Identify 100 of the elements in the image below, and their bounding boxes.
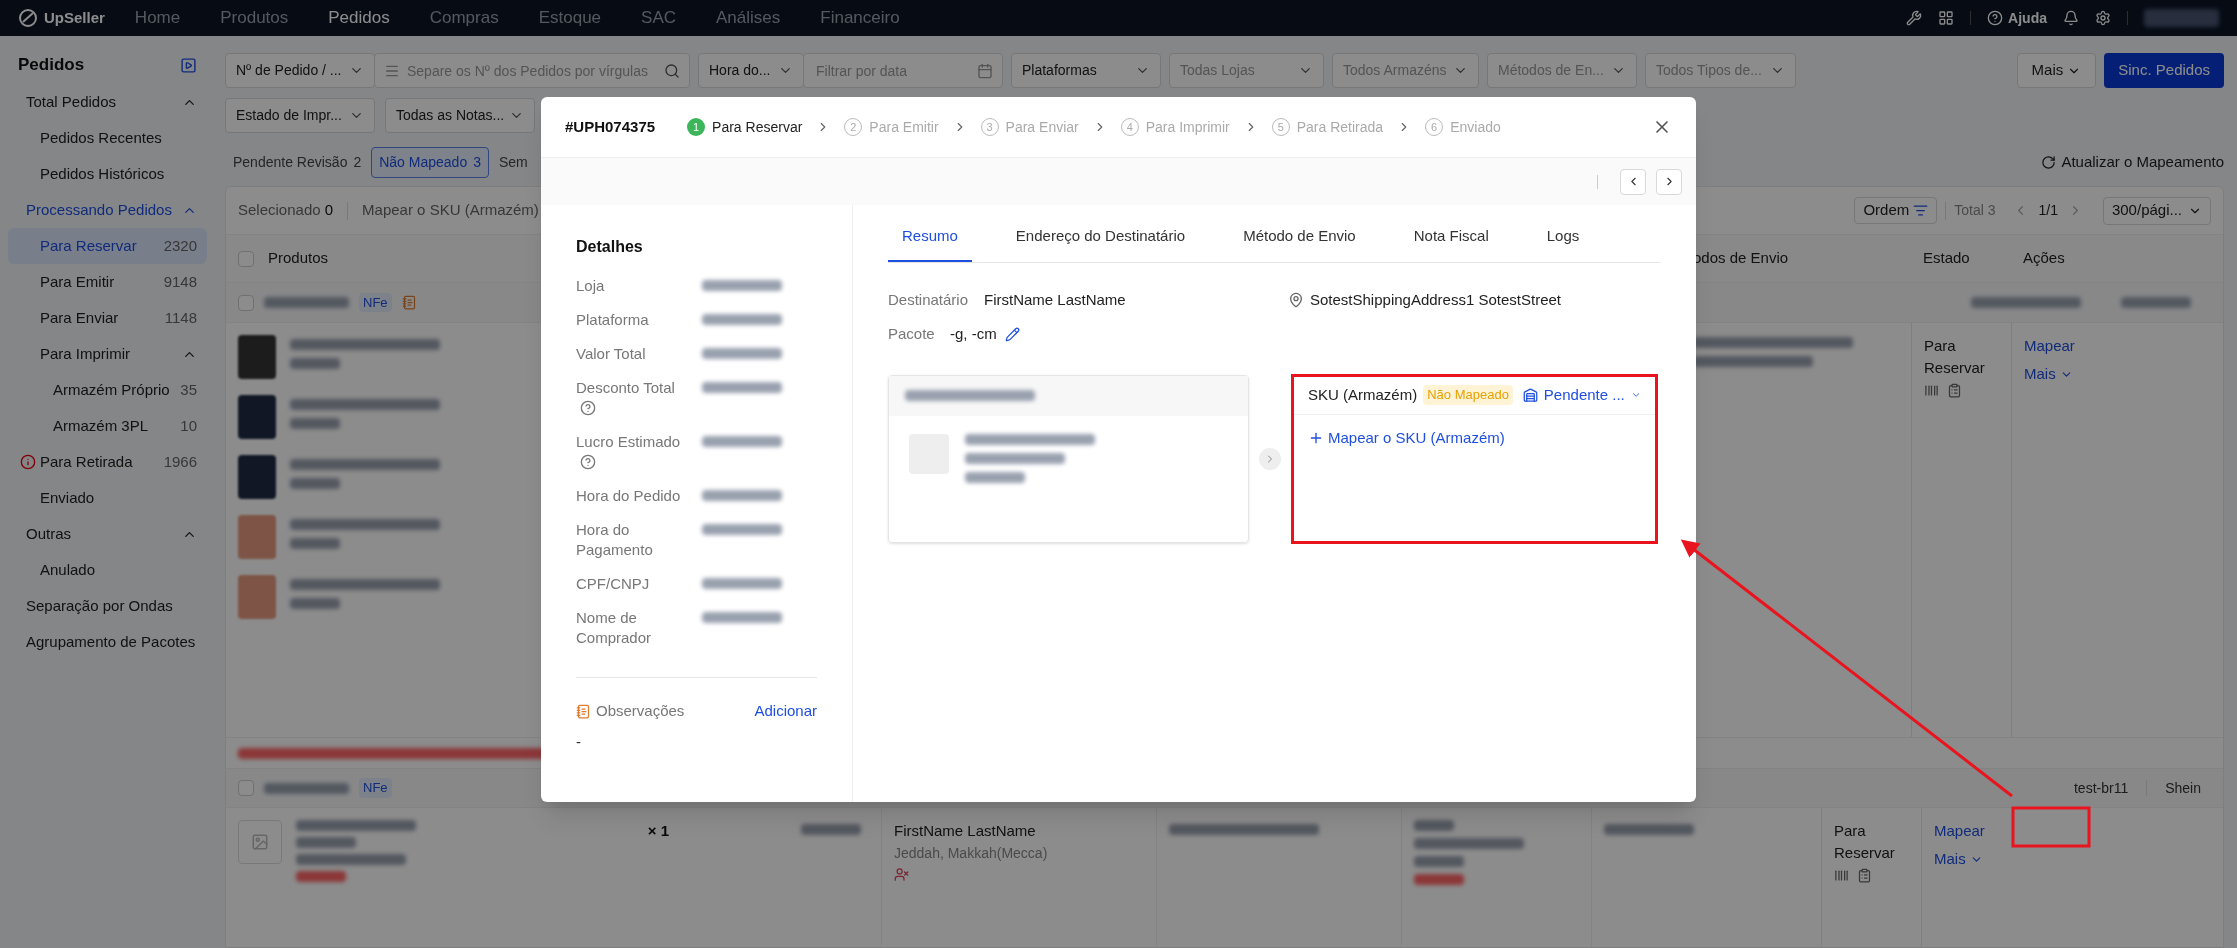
sidebar-item[interactable]: Armazém 3PL 10 xyxy=(8,408,207,444)
barcode-icon[interactable] xyxy=(1834,868,1849,883)
product-thumbnail xyxy=(238,335,276,379)
sidebar-item[interactable]: Separação por Ondas xyxy=(8,588,207,624)
note-icon xyxy=(576,703,591,719)
order-button[interactable]: Ordem xyxy=(1854,197,1938,224)
customer-name: FirstName LastName xyxy=(894,821,1037,841)
blurred-text xyxy=(1414,856,1464,867)
sidebar-item[interactable]: Para Imprimir xyxy=(8,336,207,372)
help-link[interactable]: Ajuda xyxy=(1987,7,2047,29)
checkbox[interactable] xyxy=(238,294,254,311)
next-icon-button[interactable] xyxy=(1259,447,1281,470)
detail-tab[interactable]: Método de Envio xyxy=(1229,225,1370,262)
checkbox[interactable] xyxy=(238,780,254,796)
checkbox[interactable] xyxy=(238,250,254,267)
grid-icon[interactable] xyxy=(1938,10,1955,26)
field-label: Pacote xyxy=(888,324,936,344)
edit-icon[interactable] xyxy=(1004,326,1020,342)
sort-icon xyxy=(1913,203,1929,218)
nav-item[interactable]: Home xyxy=(134,5,181,31)
warehouse-icon xyxy=(1522,387,1538,403)
progress-step: 5 Para Retirada xyxy=(1271,116,1384,138)
map-link[interactable]: Mapear xyxy=(2024,335,2075,357)
search-icon xyxy=(664,63,680,79)
blurred-text xyxy=(296,871,346,882)
nav-item[interactable]: Estoque xyxy=(538,5,602,31)
more-link[interactable]: Mais xyxy=(2024,363,2073,386)
refresh-icon xyxy=(2041,155,2057,170)
bulk-map-link[interactable]: Mapear o SKU (Armazém) xyxy=(362,199,539,222)
column-header: Produtos xyxy=(268,248,329,269)
status-tab[interactable]: Não Mapeado 3 xyxy=(371,147,489,178)
field-label: Valor Total xyxy=(576,345,646,362)
field-label: Loja xyxy=(576,277,605,294)
search-field[interactable]: Separe os Nº dos Pedidos por vírgulas xyxy=(374,53,690,88)
refresh-mapping-link[interactable]: Atualizar o Mapeamento xyxy=(2041,151,2224,174)
map-link[interactable]: Mapear xyxy=(1934,820,1985,842)
status-text: Para Reservar xyxy=(1924,336,1986,378)
sync-button[interactable]: Sinc. Pedidos xyxy=(2104,53,2224,88)
nav-item[interactable]: Financeiro xyxy=(820,5,900,31)
more-link[interactable]: Mais xyxy=(1934,848,1983,871)
progress-step: 2 Para Emitir xyxy=(844,116,939,138)
calendar-icon xyxy=(977,63,993,79)
progress-step: 1 Para Reservar xyxy=(687,116,803,138)
blurred-text xyxy=(290,598,340,609)
blurred-text xyxy=(1414,874,1464,885)
nav-item[interactable]: Produtos xyxy=(220,5,289,31)
note-icon[interactable] xyxy=(401,295,417,310)
filter-dropdown[interactable]: Hora do... xyxy=(698,53,804,88)
status-tab[interactable]: Sem xyxy=(490,147,536,178)
filter-dropdown[interactable]: Nº de Pedido / ... xyxy=(225,53,375,88)
barcode-icon[interactable] xyxy=(1924,383,1939,398)
add-note-link[interactable]: Adicionar xyxy=(754,700,817,723)
sidebar-item[interactable]: Enviado xyxy=(8,480,207,516)
sidebar-item[interactable]: Armazém Próprio 35 xyxy=(8,372,207,408)
sidebar-item[interactable]: Para Reservar 2320 xyxy=(8,228,207,264)
wrench-icon[interactable] xyxy=(1906,10,1923,26)
detail-tab[interactable]: Resumo xyxy=(888,225,972,262)
bell-icon[interactable] xyxy=(2063,10,2079,26)
store-name: test-br11 xyxy=(2073,778,2129,798)
detail-tab[interactable]: Endereço do Destinatário xyxy=(1001,225,1200,262)
date-field[interactable]: Filtrar por data xyxy=(803,53,1003,88)
sidebar-item[interactable]: Para Emitir 9148 xyxy=(8,264,207,300)
column-header: Ações xyxy=(2023,249,2065,267)
page-indicator: 1/1 xyxy=(2038,201,2058,220)
blurred-text xyxy=(2121,297,2191,308)
detail-tab[interactable]: Nota Fiscal xyxy=(1399,225,1503,262)
sidebar-item[interactable]: Agrupamento de Pacotes xyxy=(8,624,207,660)
sidebar-item[interactable]: Outras xyxy=(8,516,207,552)
sidebar-item[interactable]: Anulado xyxy=(8,552,207,588)
blurred-text xyxy=(290,358,340,369)
product-thumbnail xyxy=(238,455,276,499)
settings-icon[interactable] xyxy=(2095,10,2111,26)
field-label: Lucro Estimado xyxy=(576,433,681,450)
nav-item[interactable]: Compras xyxy=(429,5,499,31)
nav-item[interactable]: Pedidos xyxy=(328,5,390,31)
play-icon[interactable] xyxy=(180,56,197,74)
sidebar-item[interactable]: Para Retirada 1966 xyxy=(8,444,207,480)
filter-dropdown[interactable]: Todas as Notas... xyxy=(385,98,535,133)
more-button[interactable]: Mais xyxy=(2016,53,2097,88)
warehouse-dropdown[interactable]: Pendente ... xyxy=(1543,383,1625,407)
sidebar-item[interactable]: Pedidos Históricos xyxy=(8,156,207,192)
map-sku-link[interactable]: Mapear o SKU (Armazém) xyxy=(1308,426,1505,449)
sidebar-item[interactable]: Processando Pedidos xyxy=(8,192,207,228)
filter-dropdown[interactable]: Plataformas xyxy=(1011,53,1161,88)
detail-tab[interactable]: Logs xyxy=(1532,225,1594,262)
nav-item[interactable]: SAC xyxy=(641,5,677,31)
clipboard-icon[interactable] xyxy=(1857,868,1872,883)
page-size-dropdown[interactable]: 300/pági... xyxy=(2102,196,2211,225)
filter-dropdown[interactable]: Estado de Impr... xyxy=(225,98,375,133)
selected-count: Selecionado 0 xyxy=(238,200,334,221)
sidebar-item[interactable]: Para Enviar 1148 xyxy=(8,300,207,336)
package-size: -g, -cm xyxy=(950,324,997,344)
clipboard-icon[interactable] xyxy=(1947,383,1962,398)
sidebar-item[interactable]: Total Pedidos xyxy=(8,84,207,120)
status-tab[interactable]: Pendente Revisão 2 xyxy=(225,147,370,178)
blurred-text xyxy=(290,478,340,489)
menu-icon xyxy=(384,63,400,79)
shipping-address: SotestShippingAddress1 SotestStreet xyxy=(1310,289,1561,310)
nav-item[interactable]: Análises xyxy=(716,5,781,31)
sidebar-item[interactable]: Pedidos Recentes xyxy=(8,120,207,156)
